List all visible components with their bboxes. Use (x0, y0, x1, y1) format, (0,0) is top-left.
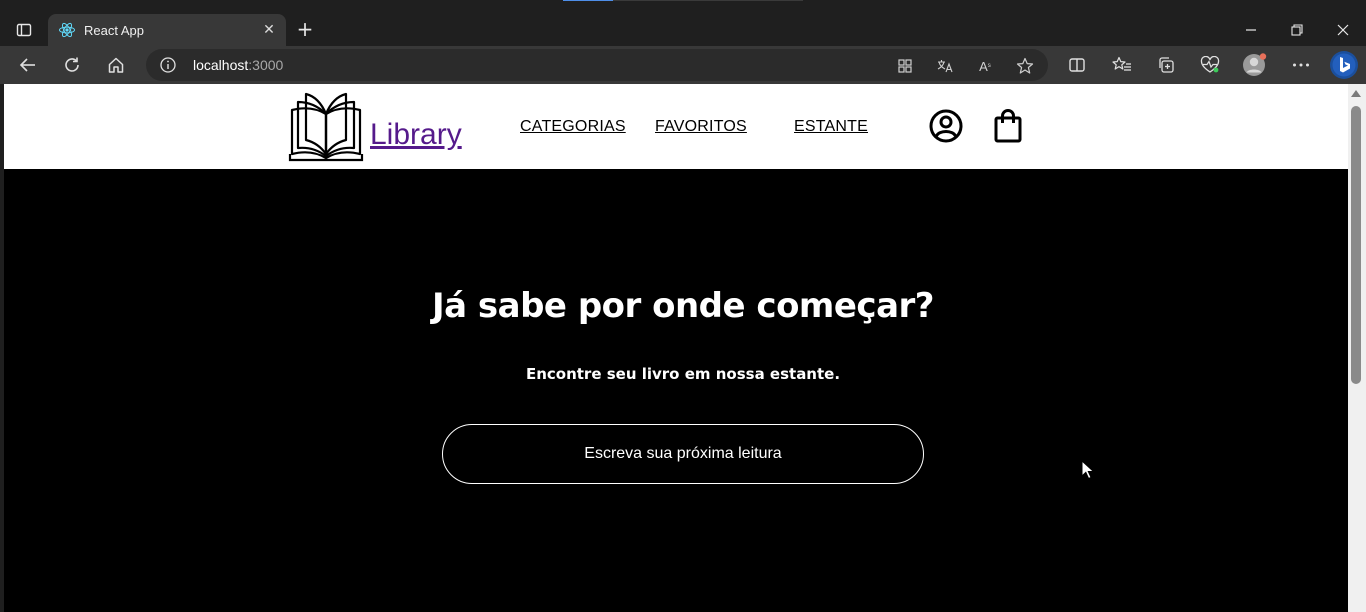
minimize-icon (1246, 29, 1256, 31)
home-button[interactable] (101, 50, 131, 80)
refresh-button[interactable] (57, 50, 87, 80)
browser-toolbar: localhost:3000 Aˢ (0, 46, 1366, 84)
close-icon (1337, 24, 1349, 36)
url-text[interactable]: localhost:3000 (193, 57, 283, 73)
scrollbar-thumb[interactable] (1351, 106, 1361, 384)
app-available-icon[interactable] (894, 55, 916, 77)
minimize-button[interactable] (1228, 14, 1274, 46)
favorites-button[interactable] (1107, 50, 1137, 80)
collections-button[interactable] (1151, 50, 1181, 80)
restore-icon (1291, 24, 1303, 36)
book-search-input[interactable] (442, 424, 924, 484)
open-book-logo-icon (288, 92, 364, 162)
more-dots-icon (1293, 63, 1309, 67)
address-bar[interactable]: localhost:3000 Aˢ (146, 49, 1048, 81)
translate-icon[interactable] (934, 55, 956, 77)
heart-pulse-icon (1200, 56, 1220, 73)
bing-copilot-icon (1330, 51, 1358, 79)
browser-tab-strip: React App ✕ + (0, 0, 1366, 46)
new-tab-button[interactable]: + (292, 16, 318, 42)
hero-subtitle: Encontre seu livro em nossa estante. (525, 365, 841, 383)
favorite-star-icon[interactable] (1014, 55, 1036, 77)
split-screen-icon (1069, 58, 1085, 72)
nav-favoritos[interactable]: FAVORITOS (655, 118, 747, 136)
hero-title: Já sabe por onde começar? (431, 286, 935, 326)
restore-button[interactable] (1274, 14, 1320, 46)
settings-more-button[interactable] (1286, 50, 1316, 80)
nav-estante[interactable]: ESTANTE (794, 118, 868, 136)
tab-actions-button[interactable] (8, 14, 40, 46)
refresh-icon (65, 57, 79, 72)
url-host: localhost (193, 57, 249, 73)
site-header: Library CATEGORIAS FAVORITOS ESTANTE (4, 84, 1348, 169)
page-viewport: Library CATEGORIAS FAVORITOS ESTANTE Já … (4, 84, 1348, 612)
site-info-icon[interactable] (160, 57, 176, 73)
close-window-button[interactable] (1320, 14, 1366, 46)
back-arrow-icon (19, 58, 35, 72)
user-profile-icon (929, 109, 963, 143)
library-logo[interactable] (288, 84, 364, 164)
user-account-button[interactable] (928, 108, 964, 144)
url-port: :3000 (248, 57, 284, 73)
home-icon (108, 57, 124, 73)
profile-button[interactable] (1240, 50, 1270, 80)
split-screen-button[interactable] (1062, 50, 1092, 80)
profile-avatar-icon (1243, 53, 1267, 76)
read-aloud-label: A (979, 58, 988, 74)
loading-indicator (563, 0, 803, 1)
favorites-list-icon (1112, 56, 1131, 71)
react-icon (58, 21, 76, 39)
library-logo-link[interactable]: Library (370, 118, 462, 152)
tab-actions-icon (16, 23, 32, 37)
tab-react-app[interactable]: React App ✕ (48, 14, 286, 46)
page-scrollbar[interactable] (1348, 84, 1366, 612)
nav-categorias[interactable]: CATEGORIAS (520, 118, 626, 136)
shopping-bag-icon (994, 109, 1022, 143)
browser-essentials-button[interactable] (1195, 50, 1225, 80)
scroll-up-arrow-icon[interactable] (1351, 90, 1361, 97)
back-button[interactable] (13, 50, 43, 80)
mouse-cursor-icon (1081, 460, 1095, 480)
collections-icon (1159, 57, 1174, 73)
copilot-button[interactable] (1328, 49, 1360, 81)
close-tab-icon[interactable]: ✕ (258, 19, 280, 41)
tab-title: React App (84, 22, 144, 38)
shopping-bag-button[interactable] (992, 108, 1024, 144)
read-aloud-icon[interactable]: Aˢ (974, 55, 996, 77)
